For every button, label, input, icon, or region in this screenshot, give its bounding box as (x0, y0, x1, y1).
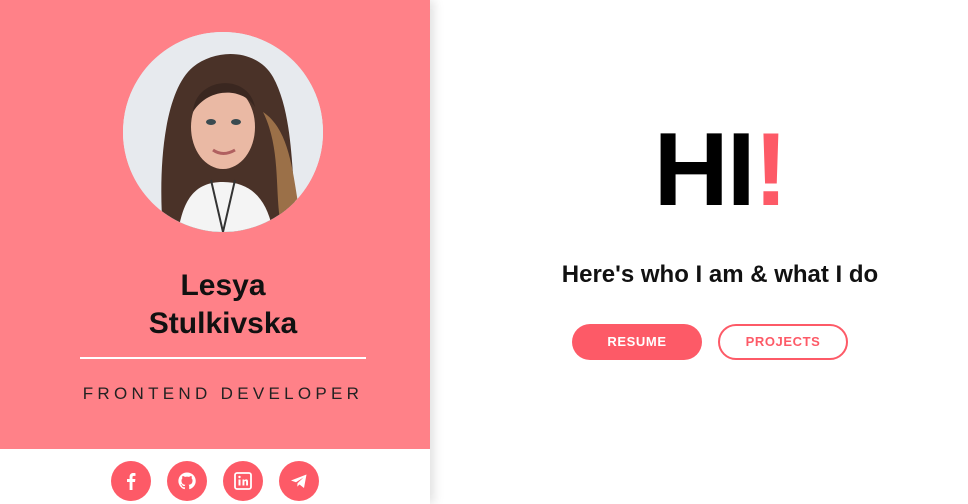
avatar (123, 32, 323, 232)
greeting-text: HI (653, 112, 756, 228)
projects-button[interactable]: PROJECTS (718, 324, 848, 360)
profile-first-name: Lesya (180, 269, 266, 302)
telegram-link[interactable] (279, 461, 319, 501)
github-icon (178, 472, 196, 490)
greeting-exclamation: ! (753, 112, 789, 228)
avatar-photo (123, 32, 323, 232)
hero-section: HI! Here's who I am & what I do RESUME P… (430, 0, 968, 504)
profile-card-header: Lesya Stulkivska FRONTEND DEVELOPER (0, 0, 430, 449)
linkedin-icon (234, 472, 252, 490)
divider (80, 357, 366, 359)
social-links (0, 449, 430, 504)
facebook-link[interactable] (111, 461, 151, 501)
profile-last-name: Stulkivska (148, 307, 298, 340)
github-link[interactable] (167, 461, 207, 501)
resume-button[interactable]: RESUME (572, 324, 702, 360)
linkedin-link[interactable] (223, 461, 263, 501)
hero-greeting: HI! (430, 110, 968, 230)
telegram-icon (291, 474, 307, 488)
facebook-icon (127, 473, 136, 490)
hero-tagline: Here's who I am & what I do (561, 261, 879, 288)
profile-role: FRONTEND DEVELOPER (82, 384, 364, 403)
profile-card: Lesya Stulkivska FRONTEND DEVELOPER (0, 0, 430, 504)
